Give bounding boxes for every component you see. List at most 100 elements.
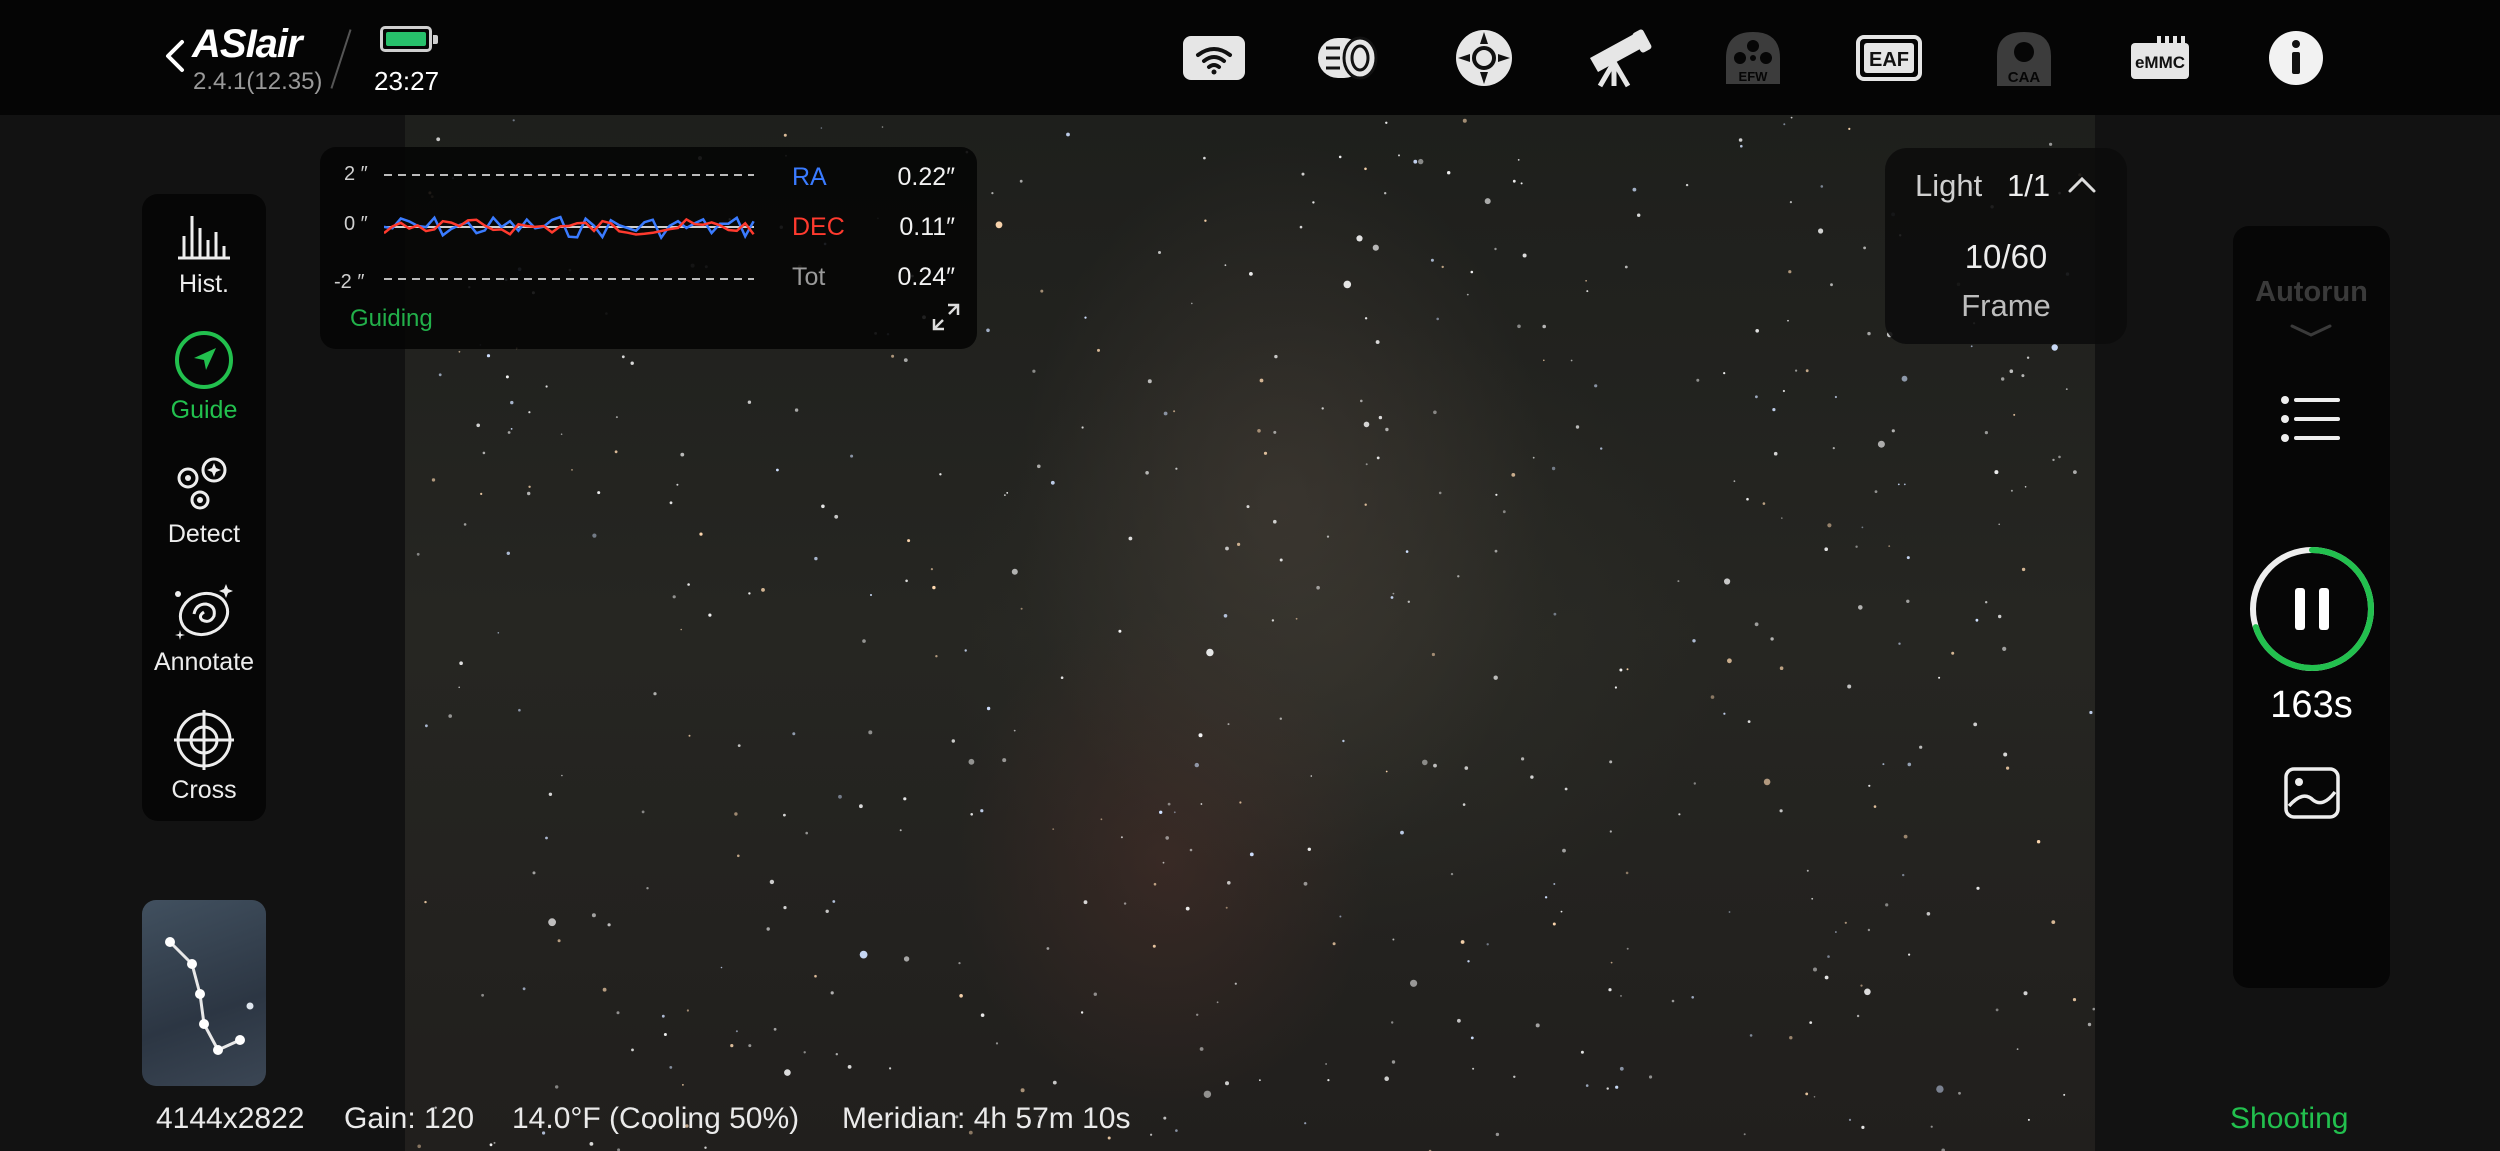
star [591,913,596,918]
star [1827,523,1832,528]
star [2087,1022,2092,1027]
star [1364,317,1368,320]
star [2051,920,2056,924]
star [1762,502,1766,505]
tool-cross[interactable]: Cross [142,710,266,805]
star [1906,556,1910,560]
star [680,452,685,457]
star [1813,1096,1816,1098]
light-frame-panel[interactable]: Light 1/1 10/60 Frame [1885,148,2127,344]
star [850,454,854,458]
star [2009,369,2014,373]
star [1163,1116,1167,1120]
star [1958,1091,1961,1095]
pause-button[interactable] [2247,544,2377,674]
tool-panel: Hist. Guide Detect Annotate Cross [142,194,266,821]
star [528,485,531,488]
star [1834,395,1837,399]
star [1975,618,1979,622]
star [1562,848,1566,853]
tool-annotate[interactable]: Annotate [142,582,266,677]
back-chevron-icon[interactable] [158,36,192,76]
star [1863,246,1866,250]
star [1830,283,1833,287]
autorun-label[interactable]: Autorun [2233,276,2390,309]
star [814,974,817,978]
star [1542,324,1546,329]
star [1037,464,1041,469]
wifi-icon[interactable] [1178,22,1250,94]
frame-progress: 10/60 [1964,238,2048,275]
eaf-icon[interactable]: EAF [1853,22,1925,94]
star [1888,545,1891,547]
tool-detect[interactable]: Detect [142,456,266,549]
star [1835,931,1837,933]
star [2063,1093,2066,1096]
star [1249,852,1254,857]
remaining-time: 163s [2270,684,2353,726]
star [1951,651,1955,655]
guide-graph-panel[interactable]: 2 ″ 0 ″ -2 ″ RA 0.22″ DEC 0.11″ Tot 0.24… [320,147,977,349]
star [704,1146,707,1149]
star [986,706,991,711]
star [1332,942,1336,946]
star [847,1065,852,1069]
caa-icon[interactable]: CAA [1988,22,2060,94]
star [1433,763,1437,768]
tool-histogram[interactable]: Hist. [142,210,266,299]
star [1447,171,1451,175]
target-thumbnail[interactable] [142,900,266,1086]
star [968,758,975,765]
star [1162,861,1165,864]
star [1165,836,1169,840]
star [1779,809,1783,813]
star [1809,1021,1813,1024]
star [1710,695,1715,699]
star [682,1084,684,1086]
star [1167,802,1171,806]
star [1824,975,1829,980]
star [1513,1075,1516,1078]
star [1502,510,1506,514]
gallery-icon[interactable] [2283,766,2341,820]
star [870,594,872,596]
star [507,431,511,434]
guide-camera-icon[interactable] [1448,22,1520,94]
star [1521,757,1525,761]
star [1926,912,1931,916]
list-icon[interactable] [2280,394,2342,444]
emmc-icon[interactable]: eMMC [2124,22,2196,94]
telescope-icon[interactable] [1583,22,1655,94]
star [1867,928,1871,932]
chevron-down-icon[interactable] [2289,322,2333,338]
tool-guide[interactable]: Guide [142,330,266,425]
star [1902,873,1905,877]
star [518,708,521,712]
camera-icon[interactable] [1312,22,1384,94]
star [1517,324,1521,329]
star [528,411,531,414]
star [1624,265,1628,269]
star [1600,447,1603,450]
star [631,1048,634,1052]
star [783,906,787,910]
efw-icon[interactable]: EFW [1717,22,1789,94]
status-temperature: 14.0°F (Cooling 50%) [512,1102,800,1135]
star [1903,834,1908,839]
star [1467,960,1470,963]
expand-icon[interactable] [932,303,960,331]
star [663,1033,667,1036]
star [614,450,618,454]
star [1364,167,1367,171]
star [1907,762,1912,767]
star [1976,886,1980,890]
tool-label: Guide [170,396,238,424]
info-icon[interactable] [2260,22,2332,94]
chevron-up-icon[interactable] [2067,174,2097,194]
star [1858,605,1863,610]
star [616,1011,620,1015]
star [1614,686,1617,689]
star [1696,378,1700,382]
star [1384,1076,1389,1081]
star [1517,159,1520,161]
